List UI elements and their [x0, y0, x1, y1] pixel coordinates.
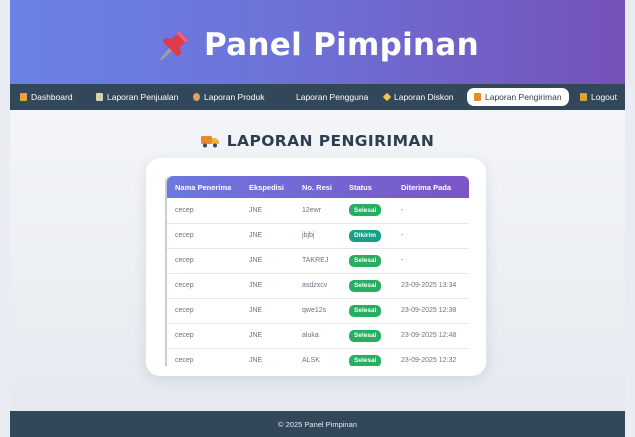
nav-item-laporan-pengguna[interactable]: Laporan Pengguna	[285, 84, 368, 110]
nav-item-logout[interactable]: Logout	[580, 84, 617, 110]
cell-status: Selesai	[341, 248, 393, 273]
cell-recipient: cecep	[175, 282, 194, 289]
tag-icon	[382, 92, 392, 102]
report-icon	[96, 93, 103, 101]
page: Panel Pimpinan Dashboard Laporan Penjual…	[0, 0, 635, 437]
cell-received-at: 23-09-2025 12:38	[401, 307, 457, 314]
nav-item-laporan-produk[interactable]: Laporan Produk	[193, 84, 265, 110]
nav-label: Dashboard	[31, 92, 73, 102]
cell-courier: JNE	[249, 332, 263, 339]
table-header-row: Nama Penerima Ekspedisi No. Resi Status …	[167, 176, 469, 198]
nav-item-laporan-penjualan[interactable]: Laporan Penjualan	[96, 84, 178, 110]
pushpin-icon	[159, 30, 189, 60]
cell-received-at: -	[401, 206, 404, 214]
cell-tracking-number: asdzxcv	[302, 282, 328, 289]
cell-received-at: 23-09-2025 12:32	[401, 357, 457, 364]
table-row: cecep JNE aluka Selesai 23-09-2025 12:48	[167, 323, 469, 348]
cell-status: Selesai	[341, 273, 393, 298]
cell-received-at: -	[401, 257, 404, 264]
cell-status: Dikirim	[341, 223, 393, 248]
nav-item-laporan-diskon[interactable]: Laporan Diskon	[382, 84, 454, 110]
cell-courier: JNE	[249, 232, 263, 239]
cell-courier: JNE	[249, 206, 263, 214]
nav-label: Laporan Pengguna	[296, 92, 369, 102]
cell-recipient: cecep	[175, 257, 194, 264]
column-header: No. Resi	[302, 182, 333, 192]
cell-tracking-number: qwe12s	[302, 307, 327, 314]
status-badge: Selesai	[349, 304, 382, 317]
nav-label: Laporan Penjualan	[107, 92, 179, 102]
cell-courier: JNE	[249, 282, 263, 289]
page-title: Panel Pimpinan	[203, 27, 480, 63]
column-header: Status	[349, 182, 372, 192]
table-row: cecep JNE qwe12s Selesai 23-09-2025 12:3…	[167, 298, 469, 323]
cell-courier: JNE	[249, 257, 263, 264]
cell-received-at: 23-09-2025 13:34	[401, 282, 457, 289]
report-card: Nama Penerima Ekspedisi No. Resi Status …	[146, 158, 486, 376]
nav-item-dashboard[interactable]: Dashboard	[20, 84, 73, 110]
nav-label: Laporan Produk	[204, 92, 265, 102]
cell-tracking-number: TAKREJ	[302, 257, 329, 264]
status-badge: Selesai	[349, 204, 382, 217]
cell-tracking-number: jbjbj	[302, 232, 315, 239]
product-icon	[193, 93, 200, 101]
cell-courier: JNE	[249, 357, 263, 364]
header-banner: Panel Pimpinan	[10, 0, 625, 84]
cell-recipient: cecep	[175, 232, 194, 239]
users-icon	[285, 93, 292, 101]
cell-tracking-number: ALSK	[302, 357, 320, 364]
footer: © 2025 Panel Pimpinan	[10, 411, 625, 437]
logout-icon	[580, 93, 587, 101]
cell-courier: JNE	[249, 307, 263, 314]
section-title: LAPORAN PENGIRIMAN	[226, 132, 435, 150]
main-content: LAPORAN PENGIRIMAN Nama Penerima Ekspedi…	[10, 110, 625, 411]
cell-status: Selesai	[341, 198, 393, 223]
cell-tracking-number: 12ewr	[302, 206, 322, 214]
table-row: cecep JNE ALSK Selesai 23-09-2025 12:32	[167, 348, 469, 366]
nav-label: Laporan Pengiriman	[485, 92, 562, 102]
cell-recipient: cecep	[175, 307, 194, 314]
cell-received-at: -	[401, 232, 404, 239]
truck-icon	[200, 136, 219, 148]
cell-status: Selesai	[341, 348, 393, 366]
table-row: cecep JNE 12ewr Selesai -	[167, 198, 469, 223]
status-badge: Selesai	[349, 279, 382, 292]
cell-recipient: cecep	[175, 357, 194, 364]
shipping-table: Nama Penerima Ekspedisi No. Resi Status …	[167, 176, 469, 366]
header-inner: Panel Pimpinan	[156, 27, 479, 63]
nav-item-laporan-pengiriman[interactable]: Laporan Pengiriman	[467, 88, 569, 106]
column-header: Nama Penerima	[175, 182, 232, 192]
status-badge: Selesai	[349, 329, 382, 342]
status-badge: Selesai	[349, 354, 382, 366]
table-row: cecep JNE asdzxcv Selesai 23-09-2025 13:…	[167, 273, 469, 298]
main-navbar: Dashboard Laporan Penjualan Laporan Prod…	[10, 84, 625, 110]
dashboard-icon	[20, 93, 27, 101]
cell-recipient: cecep	[175, 206, 194, 214]
footer-copyright: © 2025 Panel Pimpinan	[278, 419, 357, 429]
cell-status: Selesai	[341, 298, 393, 323]
status-badge: Selesai	[349, 254, 382, 267]
table-row: cecep JNE TAKREJ Selesai -	[167, 248, 469, 273]
table-row: cecep JNE jbjbj Dikirim -	[167, 223, 469, 248]
nav-label: Logout	[591, 92, 617, 102]
cell-recipient: cecep	[175, 332, 194, 339]
column-header: Diterima Pada	[401, 182, 452, 192]
truck-icon	[474, 93, 481, 101]
section-heading: LAPORAN PENGIRIMAN	[10, 132, 625, 150]
cell-status: Selesai	[341, 323, 393, 348]
status-badge: Dikirim	[349, 229, 382, 242]
nav-label: Laporan Diskon	[394, 92, 454, 102]
cell-tracking-number: aluka	[302, 332, 319, 339]
cell-received-at: 23-09-2025 12:48	[401, 332, 457, 339]
table-scroll-container[interactable]: Nama Penerima Ekspedisi No. Resi Status …	[165, 176, 469, 366]
column-header: Ekspedisi	[249, 182, 285, 192]
